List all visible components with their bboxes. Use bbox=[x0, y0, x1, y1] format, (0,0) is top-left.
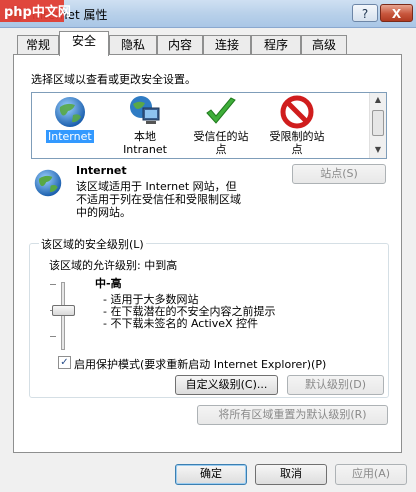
zone-restricted-label: 受限制的站 点 bbox=[269, 130, 325, 156]
zone-trusted-label: 受信任的站 点 bbox=[193, 130, 249, 156]
ok-button[interactable]: 确定 bbox=[175, 464, 247, 485]
zone-internet[interactable] bbox=[53, 95, 87, 132]
zone-list-scrollbar[interactable]: ▲ ▼ bbox=[369, 93, 386, 158]
globe-icon bbox=[55, 97, 85, 127]
security-slider-track[interactable] bbox=[61, 282, 65, 350]
custom-level-button[interactable]: 自定义级别(C)... bbox=[175, 375, 278, 395]
default-level-button[interactable]: 默认级别(D) bbox=[287, 375, 384, 395]
zone-title: Internet bbox=[76, 164, 127, 177]
tab-advanced[interactable]: 高级 bbox=[301, 35, 347, 55]
zone-intranet[interactable] bbox=[128, 94, 162, 131]
tab-connections[interactable]: 连接 bbox=[203, 35, 251, 55]
scroll-up-icon[interactable]: ▲ bbox=[370, 93, 386, 107]
checkmark-icon bbox=[206, 97, 236, 124]
apply-button[interactable]: 应用(A) bbox=[335, 464, 407, 485]
zone-description: 该区域适用于 Internet 网站，但 不适用于列在受信任和受限制区域 中的网… bbox=[76, 180, 241, 219]
select-zone-prompt: 选择区域以查看或更改安全设置。 bbox=[31, 73, 196, 86]
zone-trusted[interactable] bbox=[204, 95, 238, 132]
php-logo-watermark: php中文网 bbox=[0, 0, 71, 22]
security-slider-thumb[interactable] bbox=[52, 305, 75, 316]
level-bullet: - 不下载未签名的 ActiveX 控件 bbox=[103, 317, 259, 330]
tab-content[interactable]: 内容 bbox=[157, 35, 203, 55]
protected-mode-checkbox[interactable]: ✓ bbox=[58, 356, 71, 369]
help-button[interactable]: ? bbox=[352, 4, 378, 22]
scroll-thumb[interactable] bbox=[372, 110, 384, 136]
slider-tick bbox=[50, 284, 56, 285]
security-level-name: 中-高 bbox=[95, 277, 122, 290]
zone-intranet-label: 本地 Intranet bbox=[123, 130, 167, 156]
protected-mode-label[interactable]: 启用保护模式(要求重新启动 Internet Explorer)(P) bbox=[74, 356, 326, 372]
svg-text:php中文网: php中文网 bbox=[4, 4, 71, 20]
scroll-down-icon[interactable]: ▼ bbox=[370, 143, 386, 157]
intranet-icon bbox=[130, 96, 160, 124]
globe-icon bbox=[34, 169, 62, 197]
allowed-levels-label: 该区域的允许级别: 中到高 bbox=[49, 259, 178, 272]
zone-internet-label: Internet bbox=[46, 130, 94, 143]
zone-restricted[interactable] bbox=[280, 95, 314, 132]
reset-all-zones-button[interactable]: 将所有区域重置为默认级别(R) bbox=[197, 405, 388, 425]
cancel-button[interactable]: 取消 bbox=[255, 464, 327, 485]
sites-button[interactable]: 站点(S) bbox=[292, 164, 386, 184]
tab-general[interactable]: 常规 bbox=[17, 35, 59, 55]
security-level-title: 该区域的安全级别(L) bbox=[39, 236, 146, 252]
tab-programs[interactable]: 程序 bbox=[251, 35, 301, 55]
tab-privacy[interactable]: 隐私 bbox=[109, 35, 157, 55]
close-button[interactable]: X bbox=[380, 4, 413, 22]
tab-security[interactable]: 安全 bbox=[59, 31, 109, 56]
prohibited-icon bbox=[280, 95, 314, 129]
slider-tick bbox=[50, 336, 56, 337]
